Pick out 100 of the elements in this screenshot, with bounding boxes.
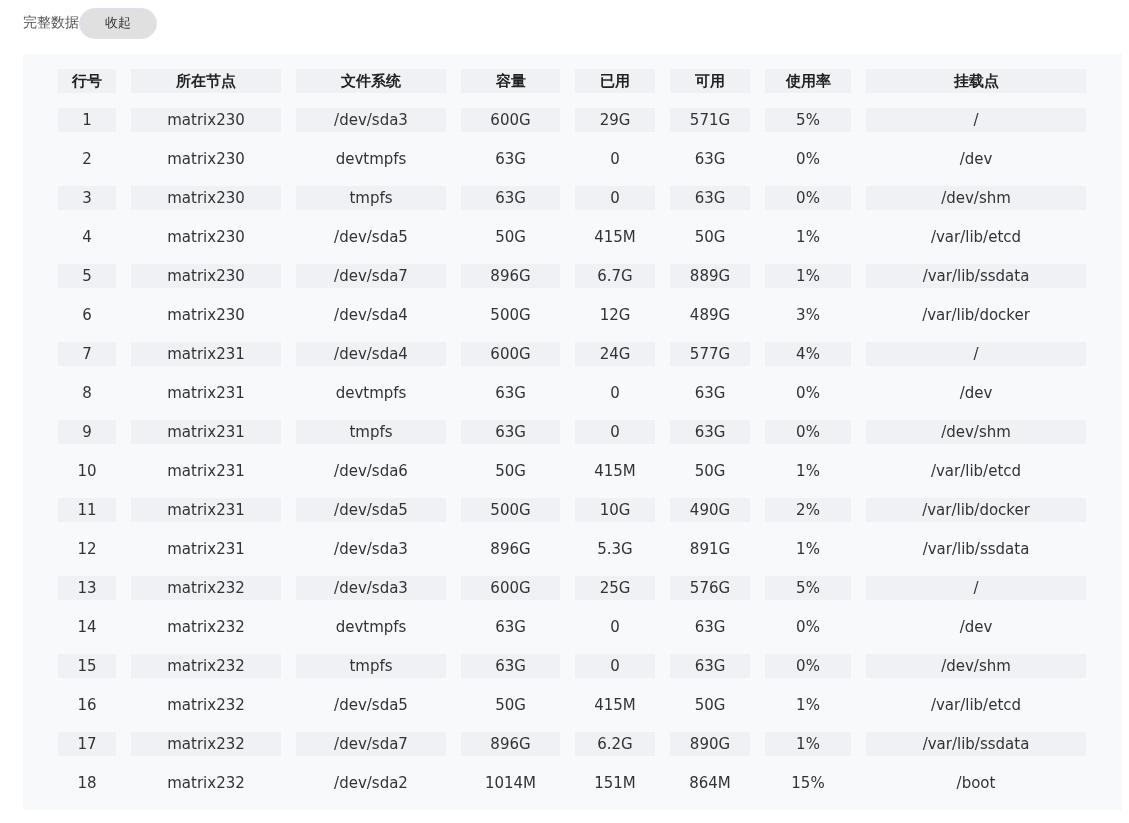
table-cell-text: 15%	[790, 773, 826, 794]
table-cell-text: /dev/sda2	[333, 773, 409, 794]
table-cell: 63G	[670, 420, 750, 444]
table-cell: matrix230	[131, 108, 281, 132]
table-cell-text: 50G	[494, 461, 527, 482]
table-cell-text: /dev/sda4	[333, 305, 409, 326]
table-cell: /var/lib/docker	[866, 498, 1086, 522]
table-cell-text: 5.3G	[596, 539, 634, 560]
table-cell: 13	[58, 576, 116, 600]
column-header: 使用率	[765, 69, 851, 93]
table-cell-text: 0%	[795, 617, 821, 638]
table-cell: matrix231	[131, 342, 281, 366]
table-cell: /dev/sda5	[296, 498, 446, 522]
table-cell-text: 415M	[593, 227, 637, 248]
table-cell: matrix232	[131, 732, 281, 756]
table-cell-text: 8	[81, 383, 93, 404]
table-cell: 1%	[765, 732, 851, 756]
table-cell-text: 50G	[693, 461, 727, 482]
table-cell-text: /boot	[955, 773, 997, 794]
table-cell: 11	[58, 498, 116, 522]
table-cell: 4%	[765, 342, 851, 366]
collapse-button[interactable]: 收起	[79, 7, 157, 39]
table-cell: 0%	[765, 654, 851, 678]
table-cell-text: 0%	[795, 383, 821, 404]
table-cell-text: devtmpfs	[334, 149, 408, 170]
table-cell-text: 2	[81, 149, 93, 170]
table-cell-text: /dev/sda6	[333, 461, 409, 482]
table-cell-text: 63G	[494, 383, 527, 404]
table-cell: 5%	[765, 576, 851, 600]
table-cell-text: 63G	[494, 617, 527, 638]
table-cell: /dev/sda3	[296, 576, 446, 600]
table-cell: 600G	[461, 576, 560, 600]
table-cell-text: 63G	[693, 149, 727, 170]
table-cell-text: 10	[76, 461, 98, 482]
table-cell: 0%	[765, 186, 851, 210]
table-cell: 29G	[575, 108, 655, 132]
table-cell: 63G	[461, 186, 560, 210]
table-cell-text: matrix232	[166, 773, 246, 794]
table-cell: /dev/shm	[866, 186, 1086, 210]
table-cell-text: /dev/sda5	[333, 227, 409, 248]
table-cell-text: /var/lib/docker	[921, 305, 1031, 326]
table-cell-text: /dev/sda5	[333, 695, 409, 716]
table-cell: 490G	[670, 498, 750, 522]
table-cell: /	[866, 576, 1086, 600]
table-cell-text: 500G	[489, 305, 532, 326]
table-cell-text: 1%	[795, 539, 821, 560]
table-cell-text: /dev	[958, 617, 994, 638]
table-cell: /dev/shm	[866, 654, 1086, 678]
table-cell: 0	[575, 420, 655, 444]
table-cell: 63G	[670, 654, 750, 678]
table-cell-text: /var/lib/etcd	[929, 461, 1023, 482]
table-cell: 577G	[670, 342, 750, 366]
table-cell: tmpfs	[296, 420, 446, 444]
column-header: 容量	[461, 69, 560, 93]
table-cell: /dev/sda4	[296, 342, 446, 366]
table-cell-text: 891G	[688, 539, 732, 560]
table-cell-text: 1%	[795, 227, 821, 248]
table-cell-text: 415M	[593, 461, 637, 482]
table-cell: matrix231	[131, 498, 281, 522]
table-cell: 2%	[765, 498, 851, 522]
column-header: 文件系统	[296, 69, 446, 93]
table-cell: tmpfs	[296, 186, 446, 210]
table-cell: 600G	[461, 108, 560, 132]
table-cell-text: /var/lib/ssdata	[921, 539, 1031, 560]
table-cell-text: 50G	[494, 695, 527, 716]
table-cell: 10G	[575, 498, 655, 522]
table-cell-text: matrix231	[166, 539, 246, 560]
column-header: 所在节点	[131, 69, 281, 93]
table-cell: matrix232	[131, 576, 281, 600]
table-cell: /dev/sda3	[296, 108, 446, 132]
table-cell: 889G	[670, 264, 750, 288]
table-cell-text: 864M	[688, 773, 732, 794]
table-cell-text: matrix231	[166, 461, 246, 482]
table-cell: 0%	[765, 420, 851, 444]
table-cell-text: 0	[609, 383, 621, 404]
table-cell: 63G	[461, 420, 560, 444]
table-cell: 576G	[670, 576, 750, 600]
table-cell-text: 50G	[693, 695, 727, 716]
table-cell: 63G	[461, 654, 560, 678]
table-cell-text: /dev	[958, 383, 994, 404]
table-cell: 25G	[575, 576, 655, 600]
section-label: 完整数据	[23, 14, 79, 32]
table-cell-text: 415M	[593, 695, 637, 716]
table-cell-text: devtmpfs	[334, 617, 408, 638]
table-cell-text: 489G	[688, 305, 732, 326]
table-cell: /dev/shm	[866, 420, 1086, 444]
table-cell: 15	[58, 654, 116, 678]
column-header: 行号	[58, 69, 116, 93]
table-cell-text: 50G	[693, 227, 727, 248]
column-header: 已用	[575, 69, 655, 93]
table-cell-text: matrix232	[166, 617, 246, 638]
table-cell-text: /var/lib/etcd	[929, 695, 1023, 716]
table-cell: 890G	[670, 732, 750, 756]
table-cell-text: 0%	[795, 149, 821, 170]
column-header: 可用	[670, 69, 750, 93]
table-cell: matrix232	[131, 654, 281, 678]
table-cell-text: 16	[76, 695, 98, 716]
table-cell-text: 1%	[795, 695, 821, 716]
table-cell: 5	[58, 264, 116, 288]
table-cell-text: 50G	[494, 227, 527, 248]
